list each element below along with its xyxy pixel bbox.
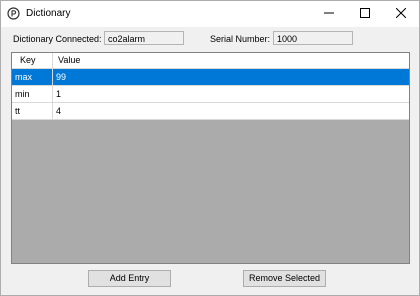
dictionary-grid[interactable]: Key Value max 99 min 1 tt 4: [11, 52, 410, 264]
table-row[interactable]: tt 4: [12, 103, 409, 120]
row-key[interactable]: tt: [15, 103, 20, 120]
cell-divider: [52, 69, 53, 86]
window-title: Dictionary: [26, 8, 71, 19]
connected-label: Dictionary Connected:: [13, 34, 102, 44]
connected-field: co2alarm: [104, 31, 184, 45]
cell-divider: [52, 103, 53, 120]
remove-selected-button[interactable]: Remove Selected: [243, 270, 326, 287]
app-icon: [7, 7, 20, 20]
table-row[interactable]: min 1: [12, 86, 409, 103]
table-row[interactable]: max 99: [12, 69, 409, 86]
add-entry-button[interactable]: Add Entry: [88, 270, 171, 287]
row-value[interactable]: 1: [56, 86, 61, 103]
row-key[interactable]: max: [15, 69, 32, 86]
column-header-value[interactable]: Value: [58, 53, 80, 68]
close-icon: [395, 7, 407, 20]
minimize-icon: [324, 8, 334, 20]
header-divider: [52, 53, 53, 68]
grid-header: Key Value: [12, 53, 409, 69]
maximize-button[interactable]: [347, 1, 383, 27]
row-key[interactable]: min: [15, 86, 30, 103]
info-row: Dictionary Connected: co2alarm Serial Nu…: [1, 31, 419, 47]
serial-label: Serial Number:: [210, 34, 271, 44]
row-value[interactable]: 99: [56, 69, 66, 86]
serial-field: 1000: [273, 31, 353, 45]
close-button[interactable]: [383, 1, 419, 27]
cell-divider: [52, 86, 53, 103]
minimize-button[interactable]: [311, 1, 347, 27]
title-bar: Dictionary: [1, 1, 419, 27]
row-value[interactable]: 4: [56, 103, 61, 120]
maximize-icon: [360, 8, 370, 20]
dictionary-window: Dictionary Dictionary Connected: co2alar…: [0, 0, 420, 296]
column-header-key[interactable]: Key: [20, 53, 36, 68]
